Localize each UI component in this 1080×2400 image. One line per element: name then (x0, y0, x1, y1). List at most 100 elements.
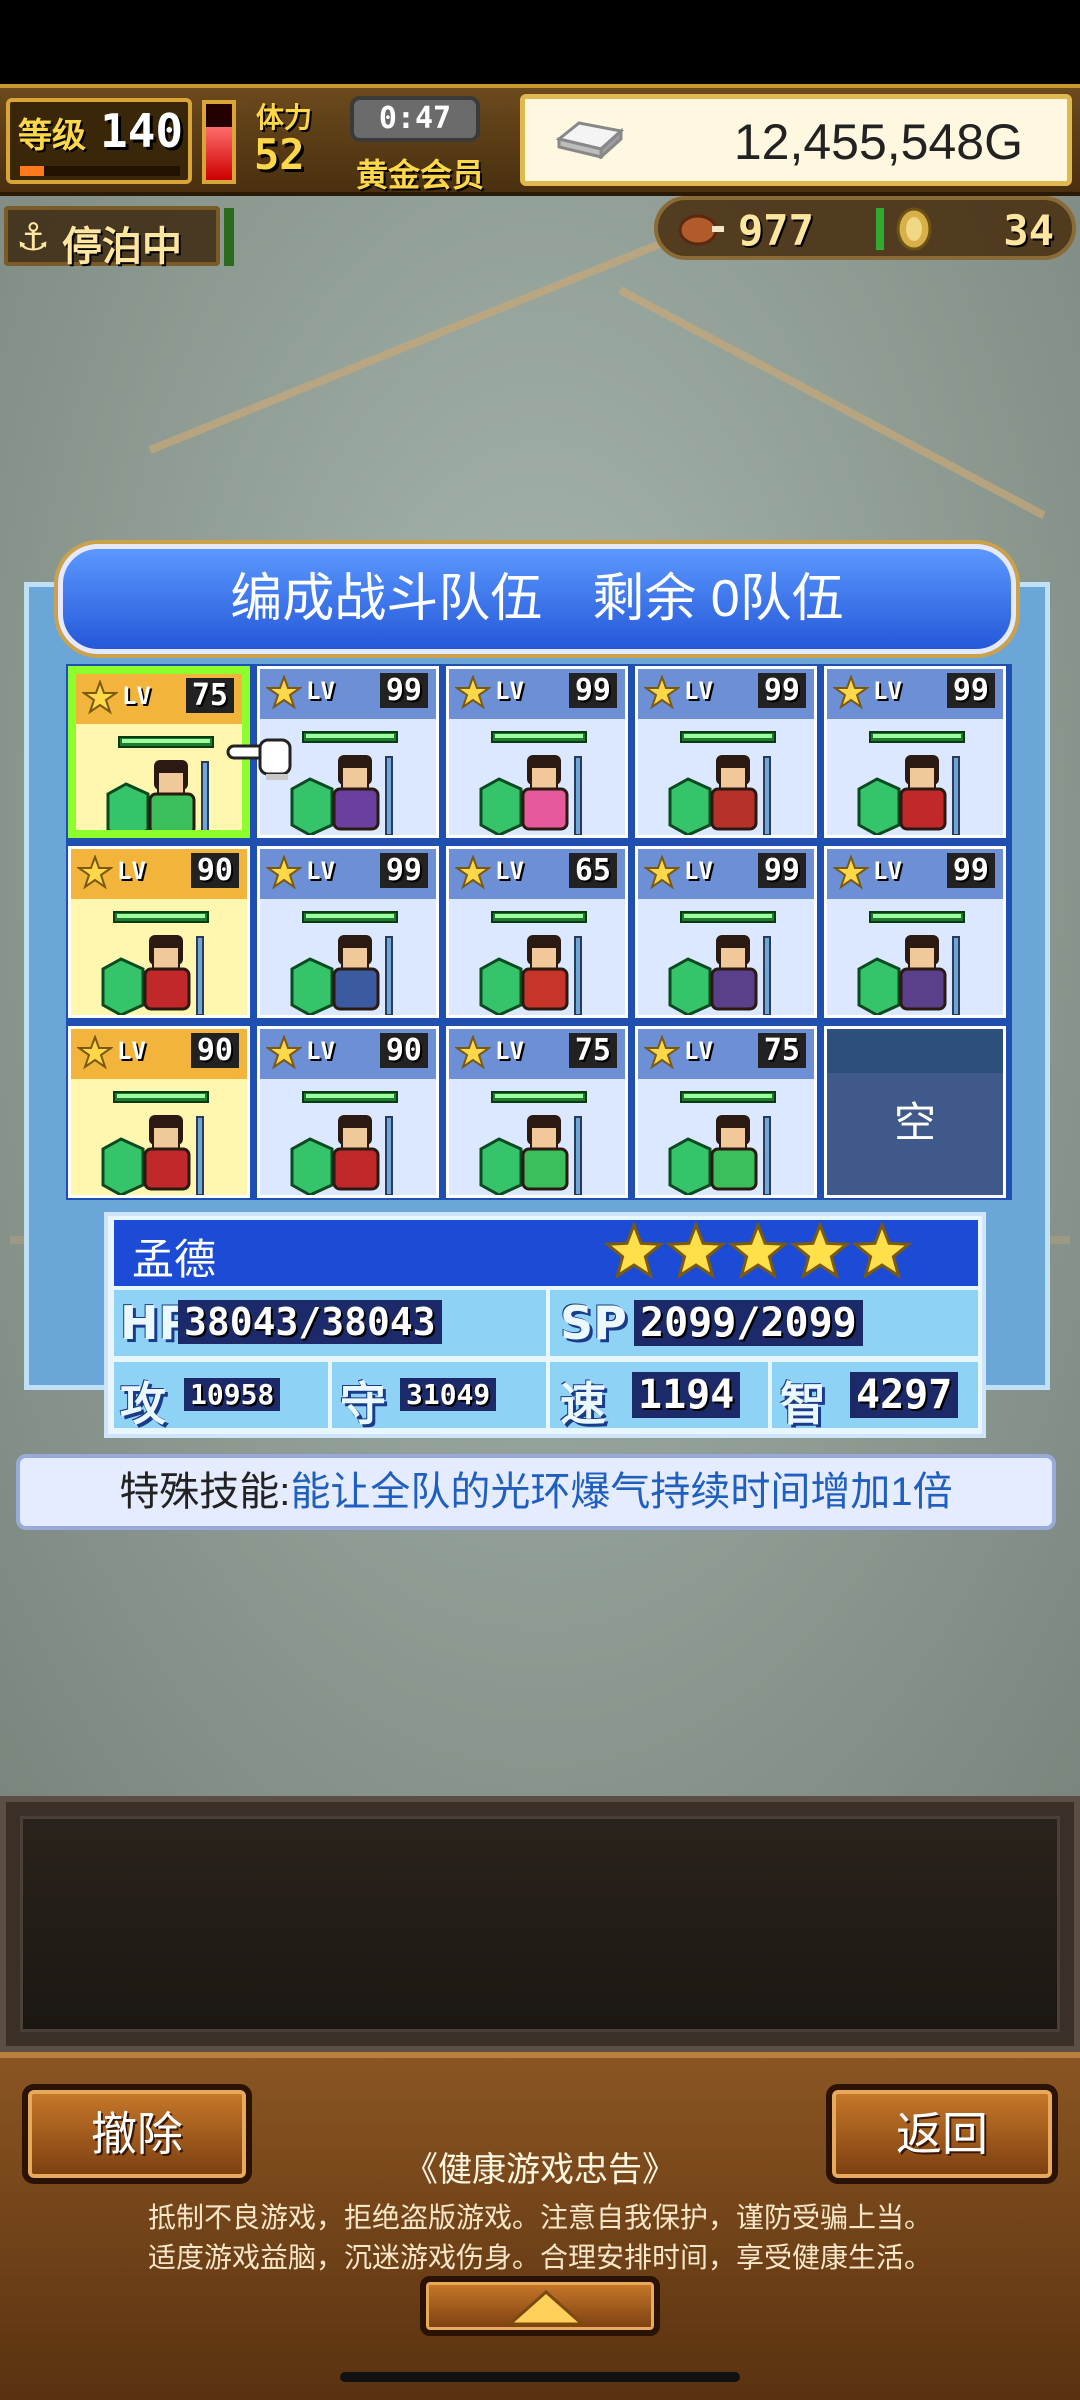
stamina-timer: 0:47 (350, 96, 480, 142)
unit-level: 90 (379, 1033, 428, 1068)
level-prefix: LV (495, 857, 524, 885)
unit-slot[interactable]: LV 99 (824, 846, 1006, 1018)
attack-stat: 攻 10958 (114, 1368, 326, 1431)
gold-amount: 12,455,548G (733, 114, 1023, 170)
message-frame (0, 1796, 1080, 2052)
stat-divider (546, 1290, 550, 1356)
unit-hp-bar (491, 911, 587, 923)
defense-value: 31049 (400, 1378, 497, 1411)
map-path (618, 286, 1046, 519)
skill-description: 能让全队的光环爆气持续时间增加1倍 (290, 1470, 953, 1514)
expand-menu-button[interactable] (420, 2276, 660, 2336)
rarity-star-icon (789, 1222, 851, 1280)
rarity-star-icon (851, 1222, 913, 1280)
membership-label[interactable]: 黄金会员 (356, 150, 484, 196)
resource-divider (876, 208, 884, 250)
unit-slot[interactable]: LV 90 (68, 1026, 250, 1198)
level-prefix: LV (873, 677, 902, 705)
unit-sprite-icon (857, 755, 960, 835)
star-icon (455, 1035, 491, 1070)
meat-icon (678, 214, 724, 246)
stat-divider (546, 1362, 550, 1428)
unit-hp-bar (869, 731, 965, 743)
unit-level: 99 (757, 853, 806, 888)
rarity-star-icon (665, 1222, 727, 1280)
empty-slot[interactable]: 空 (824, 1026, 1006, 1198)
docked-label: 停泊中 (62, 224, 182, 270)
panel-title-text: 编成战斗队伍 (230, 570, 543, 628)
unit-slot[interactable]: LV 65 (446, 846, 628, 1018)
unit-sprite-icon (668, 755, 771, 835)
star-icon (455, 855, 491, 890)
docked-status[interactable]: ⚓ 停泊中 (4, 206, 220, 270)
level-value: 140 (100, 104, 184, 158)
level-prefix: LV (306, 857, 335, 885)
unit-hp-bar (302, 731, 398, 743)
level-prefix: LV (684, 677, 713, 705)
exp-bar (20, 166, 180, 176)
unit-slot[interactable]: LV 99 (635, 666, 817, 838)
unit-hp-bar (118, 736, 214, 748)
unit-sprite-icon (106, 760, 209, 830)
hp-value: 38043/38043 (178, 1300, 442, 1344)
unit-sprite-icon (290, 935, 393, 1015)
medal-icon (896, 207, 932, 251)
unit-hp-bar (302, 1091, 398, 1103)
unit-slot[interactable]: LV 99 (824, 666, 1006, 838)
unit-slot[interactable]: LV 75 (68, 666, 250, 838)
empty-slot-label: 空 (893, 1098, 936, 1147)
unit-slot[interactable]: LV 75 (635, 1026, 817, 1198)
intelligence-value: 4297 (850, 1372, 959, 1418)
special-skill-text: 特殊技能:能让全队的光环爆气持续时间增加1倍 (20, 1458, 1052, 1526)
slot-header (827, 1029, 1003, 1073)
attack-label: 攻 (120, 1377, 166, 1431)
gold-display[interactable]: 12,455,548G (520, 94, 1072, 186)
stat-divider (328, 1362, 332, 1428)
unit-level: 90 (190, 1033, 239, 1068)
health-notice-line: 抵制不良游戏，拒绝盗版游戏。注意自我保护，谨防受骗上当。 (147, 2202, 932, 2233)
unit-hp-bar (680, 731, 776, 743)
unit-slot[interactable]: LV 99 (257, 846, 439, 1018)
skill-prefix: 特殊技能: (119, 1470, 291, 1514)
unit-level: 99 (379, 853, 428, 888)
speed-value: 1194 (632, 1372, 741, 1418)
unit-sprite-icon (479, 755, 582, 835)
character-name: 孟德 (132, 1236, 217, 1283)
unit-sprite-icon (857, 935, 960, 1015)
rarity-star-icon (727, 1222, 789, 1280)
star-icon (266, 855, 302, 890)
star-icon (77, 1035, 113, 1070)
panel-title: 编成战斗队伍 剩余 0队伍 (63, 549, 1011, 649)
unit-slot[interactable]: LV 90 (257, 1026, 439, 1198)
star-icon (266, 1035, 302, 1070)
level-prefix: LV (122, 682, 151, 710)
star-icon (455, 675, 491, 710)
star-icon (833, 855, 869, 890)
speed-label: 速 (560, 1377, 606, 1431)
unit-level: 75 (568, 1033, 617, 1068)
unit-level: 75 (185, 678, 234, 713)
unit-hp-bar (302, 911, 398, 923)
level-prefix: LV (306, 1037, 335, 1065)
unit-sprite-icon (668, 935, 771, 1015)
unit-level: 99 (568, 673, 617, 708)
arrow-up-icon (506, 2289, 586, 2326)
unit-slot[interactable]: LV 90 (68, 846, 250, 1018)
roster-grid: LV 75 LV 99 LV 99 LV 99 LV 99 LV 90 LV 99 LV 65 LV 99 LV 99… (66, 664, 1012, 1200)
unit-hp-bar (491, 731, 587, 743)
resource-display[interactable]: 977 34 (654, 196, 1076, 260)
stamina-gauge (202, 100, 236, 184)
unit-slot[interactable]: LV 99 (446, 666, 628, 838)
level-prefix: LV (495, 1037, 524, 1065)
home-indicator[interactable] (340, 2372, 740, 2382)
level-badge[interactable]: 等级 140 (6, 98, 192, 184)
name-bar: 孟德 (114, 1220, 978, 1286)
medal-amount: 34 (1003, 206, 1054, 255)
unit-sprite-icon (479, 935, 582, 1015)
level-prefix: LV (684, 1037, 713, 1065)
star-icon (77, 855, 113, 890)
unit-slot[interactable]: LV 99 (635, 846, 817, 1018)
unit-level: 99 (379, 673, 428, 708)
unit-sprite-icon (101, 935, 204, 1015)
unit-slot[interactable]: LV 75 (446, 1026, 628, 1198)
